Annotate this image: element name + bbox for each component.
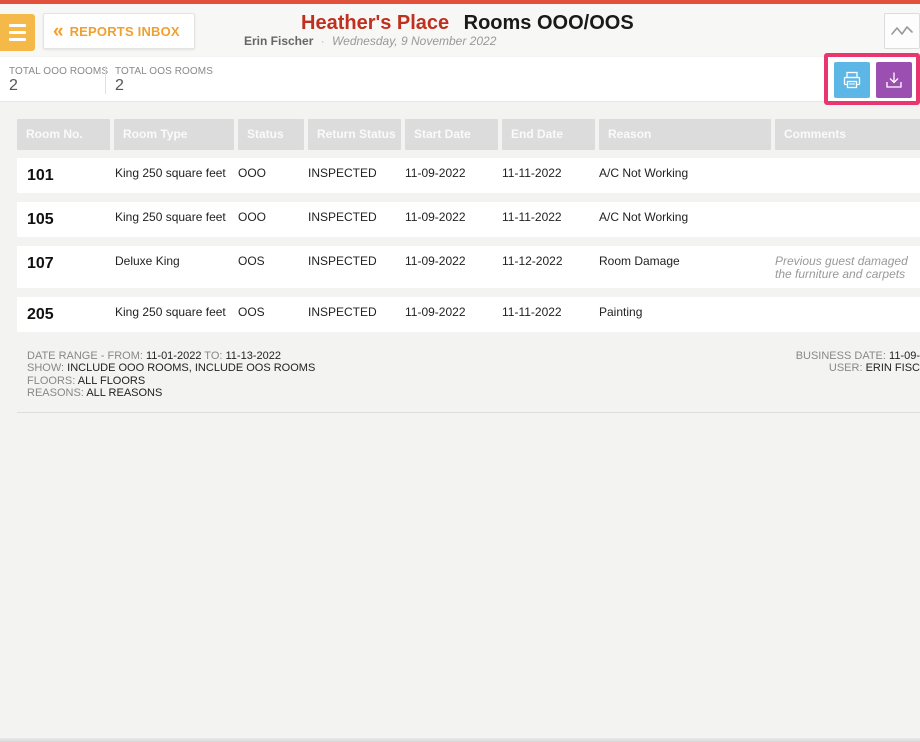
table-row[interactable]: 205 King 250 square feet OOS INSPECTED 1… <box>17 297 920 332</box>
business-date-line: BUSINESS DATE: 11-09- <box>760 350 920 362</box>
print-icon <box>843 71 861 89</box>
business-date-value: 11-09- <box>889 350 920 362</box>
divider <box>17 412 920 413</box>
report-meta: BUSINESS DATE: 11-09- USER: ERIN FISC <box>760 350 920 375</box>
hotel-name: Heather's Place <box>301 12 450 34</box>
table-row[interactable]: 105 King 250 square feet OOO INSPECTED 1… <box>17 202 920 237</box>
column-header-room-type[interactable]: Room Type <box>114 119 234 150</box>
total-oos-label: TOTAL OOS ROOMS <box>115 66 213 77</box>
column-header-end-date[interactable]: End Date <box>502 119 595 150</box>
room-status: OOO <box>238 166 267 180</box>
report-title: Rooms OOO/OOS <box>463 12 634 34</box>
show-line: SHOW: INCLUDE OOO ROOMS, INCLUDE OOS ROO… <box>27 362 315 374</box>
table-row[interactable]: 101 King 250 square feet OOO INSPECTED 1… <box>17 158 920 193</box>
download-button[interactable] <box>876 62 912 98</box>
end-date: 11-11-2022 <box>502 210 562 224</box>
reason: A/C Not Working <box>599 166 689 180</box>
reason: Room Damage <box>599 254 680 268</box>
total-ooo-label: TOTAL OOO ROOMS <box>9 66 109 77</box>
floors-label: FLOORS: <box>27 374 76 387</box>
page-subtitle: Erin Fischer · Wednesday, 9 November 202… <box>244 34 496 48</box>
total-ooo-stat: TOTAL OOO ROOMS 2 <box>9 66 108 94</box>
room-number: 107 <box>27 255 54 272</box>
start-date: 11-09-2022 <box>405 210 466 224</box>
page-title: Heather's Place Rooms OOO/OOS <box>301 12 634 35</box>
header: « REPORTS INBOX Heather's Place Rooms OO… <box>0 4 920 56</box>
floors-value: ALL FLOORS <box>77 374 146 387</box>
column-header-start-date[interactable]: Start Date <box>405 119 498 150</box>
reasons-label: REASONS: <box>27 386 84 399</box>
user-name: Erin Fischer <box>244 34 314 48</box>
show-label: SHOW: <box>27 362 65 375</box>
current-date: Wednesday, 9 November 2022 <box>332 34 497 48</box>
end-date: 11-11-2022 <box>502 166 562 180</box>
room-number: 205 <box>27 306 54 323</box>
report-user-label: USER: <box>828 362 863 375</box>
reasons-line: REASONS: ALL REASONS <box>27 387 315 399</box>
total-oos-stat: TOTAL OOS ROOMS 2 <box>105 66 213 94</box>
menu-button[interactable] <box>0 14 35 51</box>
room-type: King 250 square feet <box>115 166 226 180</box>
end-date: 11-11-2022 <box>502 305 562 319</box>
business-date-label: BUSINESS DATE: <box>795 350 886 362</box>
report-user-value: ERIN FISC <box>865 362 920 375</box>
reports-inbox-label: REPORTS INBOX <box>69 23 180 39</box>
trend-button[interactable] <box>884 13 920 49</box>
column-header-status[interactable]: Status <box>238 119 304 150</box>
return-status: INSPECTED <box>308 166 377 180</box>
print-button[interactable] <box>834 62 870 98</box>
room-type: King 250 square feet <box>115 305 226 319</box>
return-status: INSPECTED <box>308 210 377 224</box>
reports-inbox-button[interactable]: « REPORTS INBOX <box>43 13 195 49</box>
subtitle-separator: · <box>320 34 325 48</box>
room-number: 101 <box>27 167 54 184</box>
return-status: INSPECTED <box>308 305 377 319</box>
table-row[interactable]: 107 Deluxe King OOS INSPECTED 11-09-2022… <box>17 246 920 288</box>
comment: Previous guest damaged the furniture and… <box>775 254 908 281</box>
actions-highlight <box>824 53 920 105</box>
bottom-edge <box>0 738 920 742</box>
column-header-reason[interactable]: Reason <box>599 119 771 150</box>
total-ooo-value: 2 <box>9 77 18 94</box>
date-range-line: DATE RANGE - FROM: 11-01-2022 TO: 11-13-… <box>27 350 315 362</box>
end-date: 11-12-2022 <box>502 254 563 268</box>
column-header-return-status[interactable]: Return Status <box>308 119 401 150</box>
return-status: INSPECTED <box>308 254 377 268</box>
report-user-line: USER: ERIN FISC <box>760 362 920 374</box>
download-icon <box>886 72 902 88</box>
date-to-label: TO: <box>204 350 223 362</box>
summary-bar: TOTAL OOO ROOMS 2 TOTAL OOS ROOMS 2 <box>0 57 920 102</box>
column-header-room-no[interactable]: Room No. <box>17 119 110 150</box>
room-type: King 250 square feet <box>115 210 226 224</box>
room-type: Deluxe King <box>115 254 180 268</box>
date-to-value: 11-13-2022 <box>225 350 281 362</box>
start-date: 11-09-2022 <box>405 166 466 180</box>
room-number: 105 <box>27 211 54 228</box>
show-value: INCLUDE OOO ROOMS, INCLUDE OOS ROOMS <box>67 362 316 375</box>
reason: A/C Not Working <box>599 210 689 224</box>
floors-line: FLOORS: ALL FLOORS <box>27 375 315 387</box>
double-chevron-left-icon: « <box>53 20 63 42</box>
reason: Painting <box>599 305 643 319</box>
column-header-comments[interactable]: Comments <box>775 119 920 150</box>
room-status: OOS <box>238 305 265 319</box>
date-from-value: 11-01-2022 <box>145 350 202 362</box>
room-status: OOO <box>238 210 267 224</box>
report-filters: DATE RANGE - FROM: 11-01-2022 TO: 11-13-… <box>27 350 315 399</box>
trend-line-icon <box>891 26 913 35</box>
start-date: 11-09-2022 <box>405 305 466 319</box>
room-status: OOS <box>238 254 265 268</box>
hamburger-icon <box>9 24 26 27</box>
start-date: 11-09-2022 <box>405 254 466 268</box>
reasons-value: ALL REASONS <box>86 386 163 399</box>
date-range-label: DATE RANGE - FROM: <box>27 350 143 362</box>
total-oos-value: 2 <box>115 77 124 94</box>
